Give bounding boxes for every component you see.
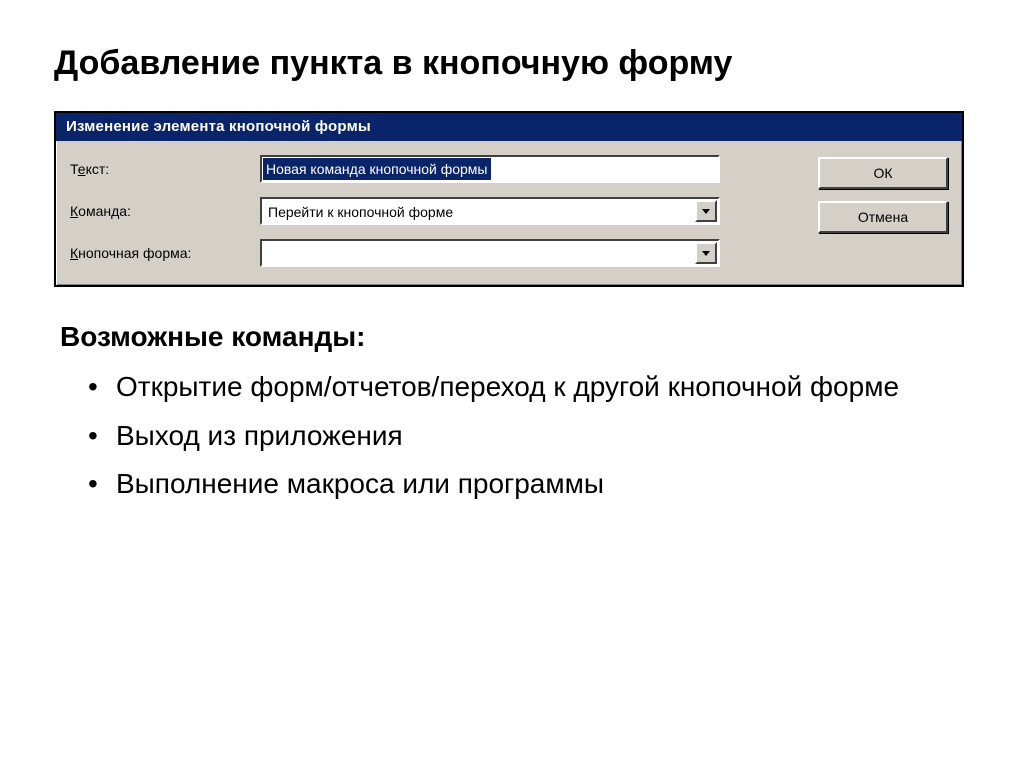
command-combobox-value: Перейти к кнопочной форме (262, 199, 694, 223)
dialog-titlebar: Изменение элемента кнопочной формы (56, 113, 962, 141)
form-dropdown-button[interactable] (695, 242, 717, 264)
text-input-wrapper[interactable]: Новая команда кнопочной формы (260, 155, 720, 183)
cancel-button[interactable]: Отмена (818, 201, 948, 233)
commands-section: Возможные команды: Открытие форм/отчетов… (54, 321, 970, 505)
text-input[interactable]: Новая команда кнопочной формы (263, 158, 491, 180)
slide-title: Добавление пункта в кнопочную форму (54, 44, 970, 83)
commands-list: Открытие форм/отчетов/переход к другой к… (60, 367, 970, 505)
form-combobox-value (262, 241, 694, 265)
chevron-down-icon (702, 251, 710, 256)
row-form: Кнопочная форма: (70, 239, 800, 267)
list-item: Выход из приложения (88, 416, 970, 457)
command-combobox[interactable]: Перейти к кнопочной форме (260, 197, 720, 225)
chevron-down-icon (702, 209, 710, 214)
label-text: Текст: (70, 161, 260, 177)
dialog-form-area: Текст: Новая команда кнопочной формы Ком… (70, 155, 800, 267)
text-input-empty-area[interactable] (492, 157, 719, 181)
dialog-window: Изменение элемента кнопочной формы Текст… (54, 111, 964, 287)
row-command: Команда: Перейти к кнопочной форме (70, 197, 800, 225)
command-dropdown-button[interactable] (695, 200, 717, 222)
dialog-buttons: ОК Отмена (818, 155, 948, 267)
list-item: Открытие форм/отчетов/переход к другой к… (88, 367, 970, 408)
list-item: Выполнение макроса или программы (88, 464, 970, 505)
ok-button[interactable]: ОК (818, 157, 948, 189)
label-command: Команда: (70, 203, 260, 219)
commands-heading: Возможные команды: (60, 321, 970, 353)
row-text: Текст: Новая команда кнопочной формы (70, 155, 800, 183)
label-form: Кнопочная форма: (70, 245, 260, 261)
form-combobox[interactable] (260, 239, 720, 267)
